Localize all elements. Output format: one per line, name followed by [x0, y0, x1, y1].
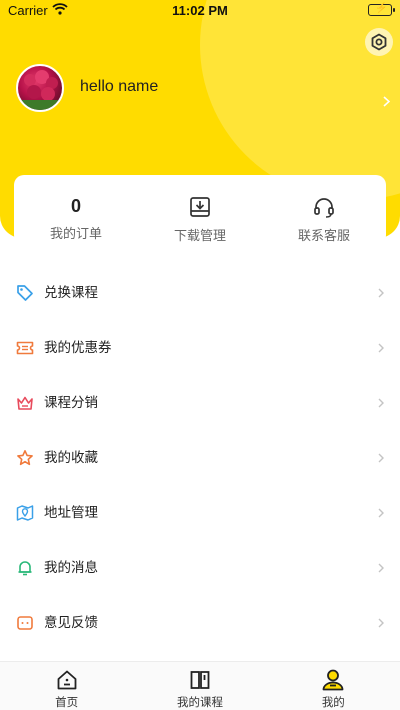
- headset-icon: [313, 195, 335, 219]
- chevron-right-icon: [378, 563, 384, 573]
- menu-item-coupons[interactable]: 我的优惠券: [0, 321, 400, 376]
- profile-icon: [321, 667, 345, 693]
- username: hello name: [80, 78, 159, 95]
- battery-icon: ⚡: [368, 3, 395, 16]
- status-bar: Carrier 11:02 PM ⚡: [0, 0, 400, 22]
- profile-row[interactable]: hello name: [16, 64, 392, 114]
- chevron-right-icon: [378, 453, 384, 463]
- menu-label: 课程分销: [44, 395, 98, 411]
- chevron-right-icon: [378, 618, 384, 628]
- download-label: 下载管理: [173, 229, 226, 244]
- tab-me[interactable]: 我的: [267, 662, 400, 710]
- clock: 11:02 PM: [172, 3, 228, 18]
- chevron-right-icon: [378, 508, 384, 518]
- orders-count: 0: [70, 196, 81, 216]
- tab-label: 我的课程: [176, 695, 223, 709]
- bell-icon: [18, 561, 32, 576]
- my-orders-button[interactable]: 0 我的订单: [14, 175, 138, 245]
- menu-item-feedback[interactable]: 意见反馈: [0, 596, 400, 651]
- book-icon: [189, 667, 211, 693]
- gear-icon: [371, 33, 387, 51]
- avatar[interactable]: [16, 64, 64, 112]
- home-icon: [56, 667, 78, 693]
- tab-label: 我的: [321, 695, 345, 709]
- tag-icon: [17, 285, 33, 301]
- menu-label: 我的收藏: [44, 450, 98, 466]
- tab-my-courses[interactable]: 我的课程: [133, 662, 266, 710]
- tab-label: 首页: [55, 695, 79, 709]
- download-manager-button[interactable]: 下载管理: [138, 175, 262, 245]
- star-icon: [17, 450, 33, 466]
- chevron-right-icon: [378, 398, 384, 408]
- feedback-icon: [17, 616, 33, 630]
- orders-label: 我的订单: [49, 227, 102, 242]
- stats-card: 0 我的订单 下载管理 联系客服: [14, 175, 386, 245]
- ticket-icon: [16, 341, 34, 355]
- tab-bar: 首页 我的课程 我的: [0, 661, 400, 710]
- chevron-right-icon: [378, 288, 384, 298]
- download-icon: [189, 195, 211, 219]
- menu-item-course-distribution[interactable]: 课程分销: [0, 376, 400, 431]
- tab-home[interactable]: 首页: [0, 662, 133, 710]
- menu-label: 意见反馈: [44, 615, 98, 631]
- menu-label: 我的消息: [44, 560, 98, 576]
- menu-label: 地址管理: [44, 505, 98, 521]
- chevron-right-icon: [378, 343, 384, 353]
- crown-icon: [17, 396, 33, 410]
- menu-item-messages[interactable]: 我的消息: [0, 541, 400, 596]
- menu-label: 兑换课程: [44, 285, 98, 301]
- contact-service-button[interactable]: 联系客服: [262, 175, 386, 245]
- menu-item-redeem-course[interactable]: 兑换课程: [0, 266, 400, 321]
- menu-item-address[interactable]: 地址管理: [0, 486, 400, 541]
- menu-item-favorites[interactable]: 我的收藏: [0, 431, 400, 486]
- service-label: 联系客服: [297, 229, 350, 244]
- settings-button[interactable]: [365, 28, 393, 56]
- map-icon: [16, 505, 34, 521]
- chevron-right-icon: [383, 92, 391, 111]
- menu-list: 兑换课程 我的优惠券 课程分销 我的收藏 地址管理 我的消息 意见反馈: [0, 266, 400, 651]
- menu-label: 我的优惠券: [44, 340, 112, 356]
